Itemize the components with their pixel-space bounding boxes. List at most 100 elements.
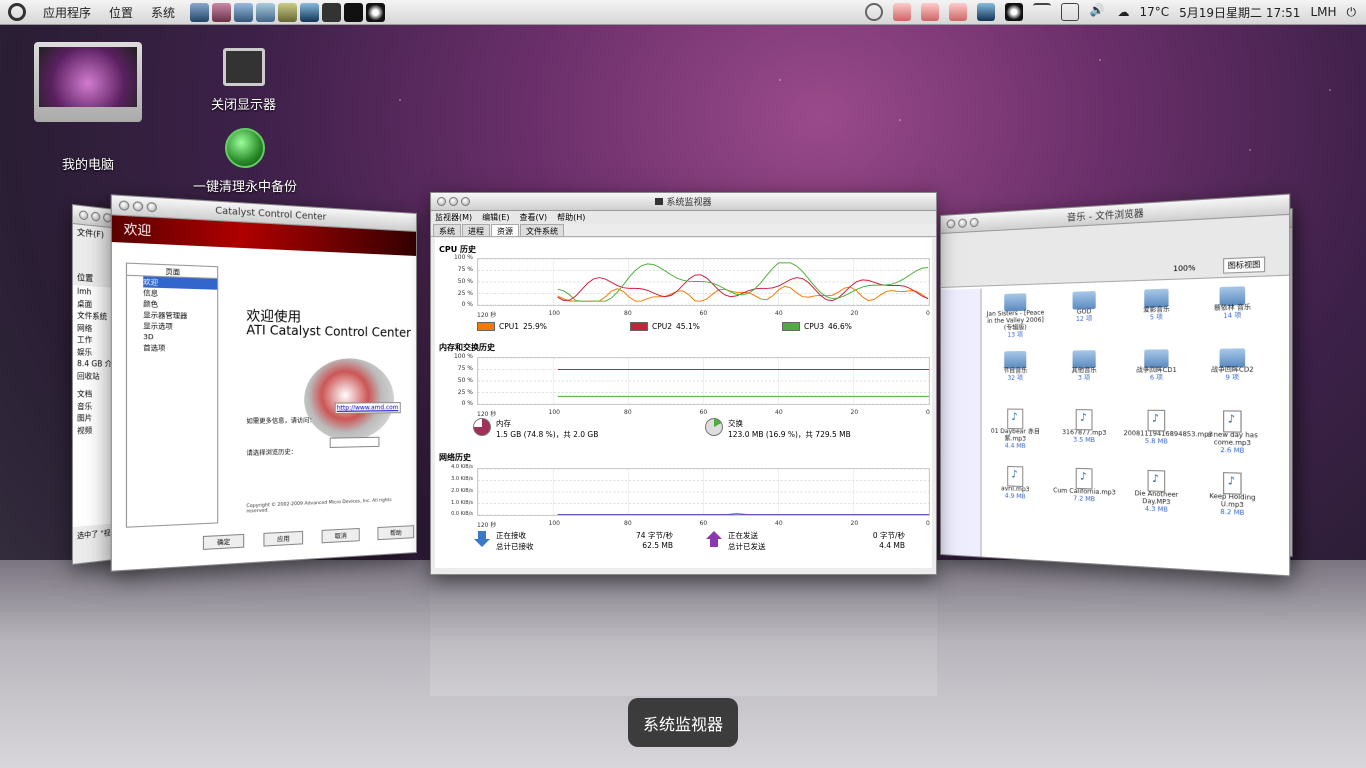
qq-launcher-icon[interactable]	[366, 3, 385, 22]
folder-item[interactable]: GOD 12 项	[1053, 290, 1116, 324]
tree-item[interactable]: 显示选项	[143, 320, 217, 332]
x-tick: 40	[775, 520, 783, 527]
file-item[interactable]: Cum California.mp37.2 MB	[1053, 467, 1116, 505]
weather-icon[interactable]: ☁	[1117, 5, 1129, 19]
file-browser-window[interactable]: 音乐 - 文件浏览器 100% 图标视图 Jan Sisters - [Peac…	[940, 193, 1290, 576]
item-meta: 9 项	[1198, 375, 1268, 383]
upload-icon[interactable]	[921, 3, 939, 21]
folder-item[interactable]: Jan Sisters - [Peace in the Valley 2006]…	[985, 293, 1045, 340]
tab-processes[interactable]: 进程	[462, 224, 490, 236]
keyboard-icon[interactable]	[1061, 3, 1079, 21]
item-meta: 4.3 MB	[1124, 505, 1190, 515]
monitor-launcher-icon[interactable]	[322, 3, 341, 22]
copyright: Copyright © 2002-2009 Advanced Micro Dev…	[246, 497, 408, 514]
s-launcher-icon[interactable]	[300, 3, 319, 22]
upload-icon[interactable]	[893, 3, 911, 21]
desktop-icon-computer[interactable]: 我的电脑	[30, 42, 146, 173]
y-tick: 4.0 KiB/s	[443, 464, 473, 470]
menu-applications[interactable]: 应用程序	[34, 4, 100, 21]
music-launcher-icon[interactable]	[234, 3, 253, 22]
music-file-icon	[1148, 470, 1166, 492]
folder-item[interactable]: 蔡依林 音乐 14 项	[1198, 285, 1268, 321]
folder-item[interactable]: 节目音乐 32 项	[985, 351, 1045, 383]
tab-filesystems[interactable]: 文件系统	[520, 224, 564, 236]
file-item[interactable]: 3167877.mp33.5 MB	[1053, 409, 1116, 445]
upload-icon[interactable]	[949, 3, 967, 21]
ok-button[interactable]: 确定	[203, 534, 244, 550]
x-tick: 0	[926, 520, 930, 527]
amd-link[interactable]: http://www.amd.com	[335, 402, 401, 414]
y-tick: 25 %	[443, 389, 473, 396]
tab-resources[interactable]: 资源	[491, 224, 519, 236]
network-launcher-icon[interactable]	[256, 3, 275, 22]
menu-edit[interactable]: 编辑(E)	[482, 212, 509, 223]
y-tick: 0 %	[443, 400, 473, 407]
upload-arrow-icon[interactable]	[705, 530, 723, 548]
folder-icon	[1144, 349, 1168, 368]
receive-rate: 74 字节/秒	[636, 531, 673, 540]
file-item[interactable]: 20081119416894853.mp35.8 MB	[1124, 410, 1190, 447]
menu-view[interactable]: 查看(V)	[519, 212, 547, 223]
firefox-launcher-icon[interactable]	[190, 3, 209, 22]
menu-system[interactable]: 系统	[142, 4, 184, 21]
ati-catalyst-window[interactable]: Catalyst Control Center 欢迎 页面 欢迎 信息 颜色 显…	[111, 194, 417, 572]
file-item[interactable]: Keep Holding U.mp38.2 MB	[1198, 471, 1268, 518]
folder-item[interactable]: 其他音乐 3 项	[1053, 350, 1116, 383]
file-item[interactable]: 01 Daybear 赤目紫.mp34.4 MB	[985, 408, 1045, 451]
desktop-icon-monitor-off[interactable]: 关闭显示器	[196, 48, 291, 113]
x-tick: 20	[851, 409, 859, 416]
view-mode-select[interactable]: 图标视图	[1223, 256, 1265, 273]
power-icon[interactable]: ⏻	[1347, 5, 1357, 20]
music-file-icon	[1076, 409, 1093, 430]
swap-pie-icon[interactable]	[705, 418, 723, 436]
desktop-icon-cleanup[interactable]: 一键清理永中备份	[186, 128, 304, 195]
sidebar	[941, 289, 982, 557]
crosshair-icon[interactable]	[865, 3, 883, 21]
s-tray-icon[interactable]	[977, 3, 995, 21]
monitor-off-icon	[223, 48, 265, 86]
cancel-button[interactable]: 取消	[322, 528, 360, 543]
memory-pie-icon[interactable]	[473, 418, 491, 436]
history-label: 请选择浏览历史：	[246, 447, 297, 458]
clock[interactable]: 5月19日星期二 17:51	[1179, 4, 1300, 21]
welcome-subtitle: ATI Catalyst Control Center	[246, 322, 410, 339]
tab-system[interactable]: 系统	[433, 224, 461, 236]
menu-file[interactable]: 文件(F)	[77, 227, 104, 241]
tree-item[interactable]: 首选项	[143, 342, 217, 354]
menu-help[interactable]: 帮助(H)	[557, 212, 585, 223]
menu-places[interactable]: 位置	[100, 4, 142, 21]
system-monitor-window[interactable]: 系统监视器 监视器(M) 编辑(E) 查看(V) 帮助(H) 系统 进程 资源 …	[430, 192, 937, 575]
item-meta: 14 项	[1198, 312, 1268, 321]
volume-icon[interactable]: 🔊	[1089, 3, 1107, 21]
network-icon[interactable]	[1033, 3, 1051, 21]
file-item[interactable]: avril.mp34.9 MB	[985, 465, 1045, 502]
qq-tray-icon[interactable]	[1005, 3, 1023, 21]
menu-monitor[interactable]: 监视器(M)	[435, 212, 472, 223]
folder-item[interactable]: 爱影音乐 5 项	[1124, 288, 1190, 323]
folder-item[interactable]: 战争回眸CD2 9 项	[1198, 348, 1268, 382]
notes-launcher-icon[interactable]	[278, 3, 297, 22]
user-menu[interactable]: LMH	[1310, 5, 1336, 19]
item-meta: 4.9 MB	[985, 493, 1045, 502]
file-item[interactable]: a new day has come.mp32.6 MB	[1198, 410, 1268, 456]
apply-button[interactable]: 应用	[263, 531, 303, 547]
file-item[interactable]: Die Anotheer Day.MP34.3 MB	[1124, 469, 1190, 515]
temperature[interactable]: 17°C	[1139, 5, 1169, 19]
item-meta: 8.2 MB	[1198, 508, 1268, 519]
cpu1-swatch[interactable]	[477, 322, 495, 331]
help-button[interactable]: 帮助	[377, 525, 414, 540]
zoom-level[interactable]: 100%	[1173, 264, 1196, 274]
launcher-icons	[190, 3, 385, 22]
terminal-launcher-icon[interactable]	[344, 3, 363, 22]
cpu3-swatch[interactable]	[782, 322, 800, 331]
item-meta: 3 项	[1053, 375, 1116, 382]
media-launcher-icon[interactable]	[212, 3, 231, 22]
history-select[interactable]	[330, 437, 380, 448]
cpu2-swatch[interactable]	[630, 322, 648, 331]
music-file-icon	[1007, 466, 1023, 487]
item-meta: 5 项	[1124, 314, 1190, 323]
ubuntu-logo-icon[interactable]	[8, 3, 26, 21]
download-arrow-icon[interactable]	[473, 530, 491, 548]
folder-item[interactable]: 战争回眸CD1 6 项	[1124, 349, 1190, 383]
x-tick: 80	[624, 409, 632, 416]
